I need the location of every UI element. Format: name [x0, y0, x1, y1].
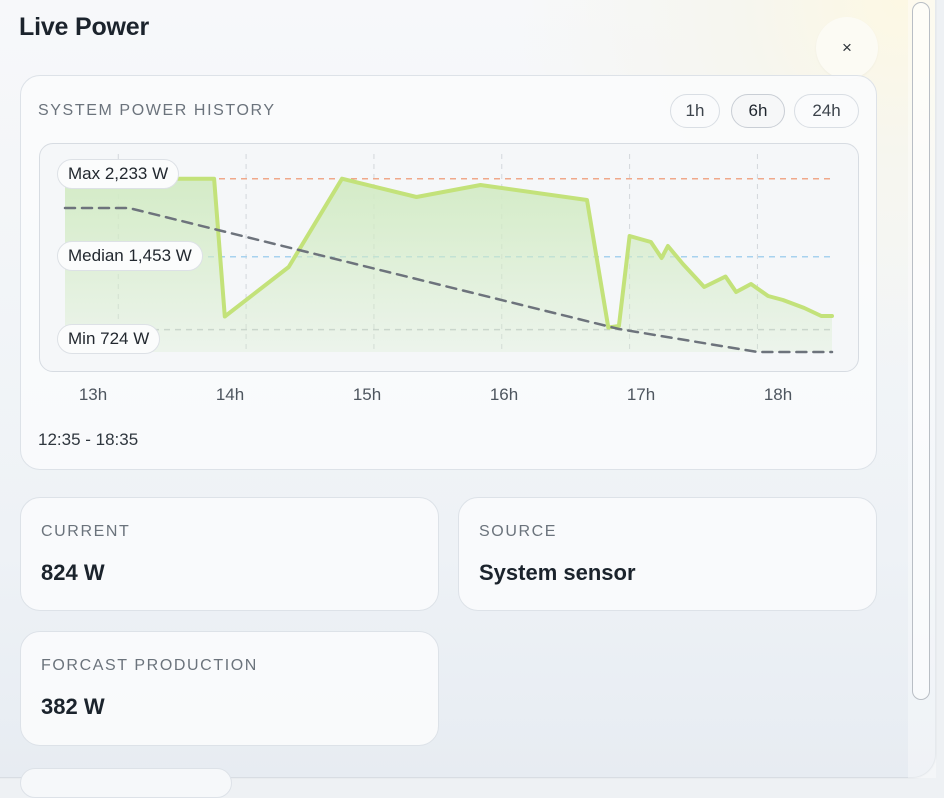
- power-history-card: SYSTEM POWER HISTORY 1h 6h 24h Max 2,233…: [20, 75, 877, 470]
- power-chart: Max 2,233 W Median 1,453 W Min 724 W: [39, 143, 859, 372]
- close-button[interactable]: ×: [816, 17, 878, 79]
- scrollbar-thumb[interactable]: [912, 2, 930, 700]
- x-tick-label: 13h: [78, 385, 108, 404]
- current-label: CURRENT: [41, 523, 131, 540]
- source-value: System sensor: [479, 560, 636, 585]
- panel-title: Live Power: [19, 13, 149, 41]
- current-power-card: CURRENT 824 W: [20, 497, 439, 611]
- x-tick-label: 16h: [489, 385, 519, 404]
- x-tick-label: 14h: [215, 385, 245, 404]
- max-reference-label: Max 2,233 W: [57, 159, 180, 189]
- range-6h-button[interactable]: 6h: [731, 94, 785, 128]
- min-reference-label: Min 724 W: [57, 324, 161, 354]
- current-value: 824 W: [41, 560, 105, 585]
- time-range-text: 12:35 - 18:35: [38, 430, 139, 449]
- next-card-peek: [20, 768, 232, 798]
- forecast-production-card: FORCAST PRODUCTION 382 W: [20, 631, 439, 746]
- x-tick-label: 18h: [763, 385, 793, 404]
- x-tick-label: 17h: [626, 385, 656, 404]
- source-card: SOURCE System sensor: [458, 497, 877, 611]
- x-tick-label: 15h: [352, 385, 382, 404]
- range-1h-button[interactable]: 1h: [670, 94, 720, 128]
- range-24h-button[interactable]: 24h: [794, 94, 859, 128]
- history-label: SYSTEM POWER HISTORY: [38, 102, 276, 119]
- forecast-label: FORCAST PRODUCTION: [41, 657, 258, 674]
- median-reference-label: Median 1,453 W: [57, 241, 203, 271]
- source-label: SOURCE: [479, 523, 558, 540]
- forecast-value: 382 W: [41, 694, 105, 719]
